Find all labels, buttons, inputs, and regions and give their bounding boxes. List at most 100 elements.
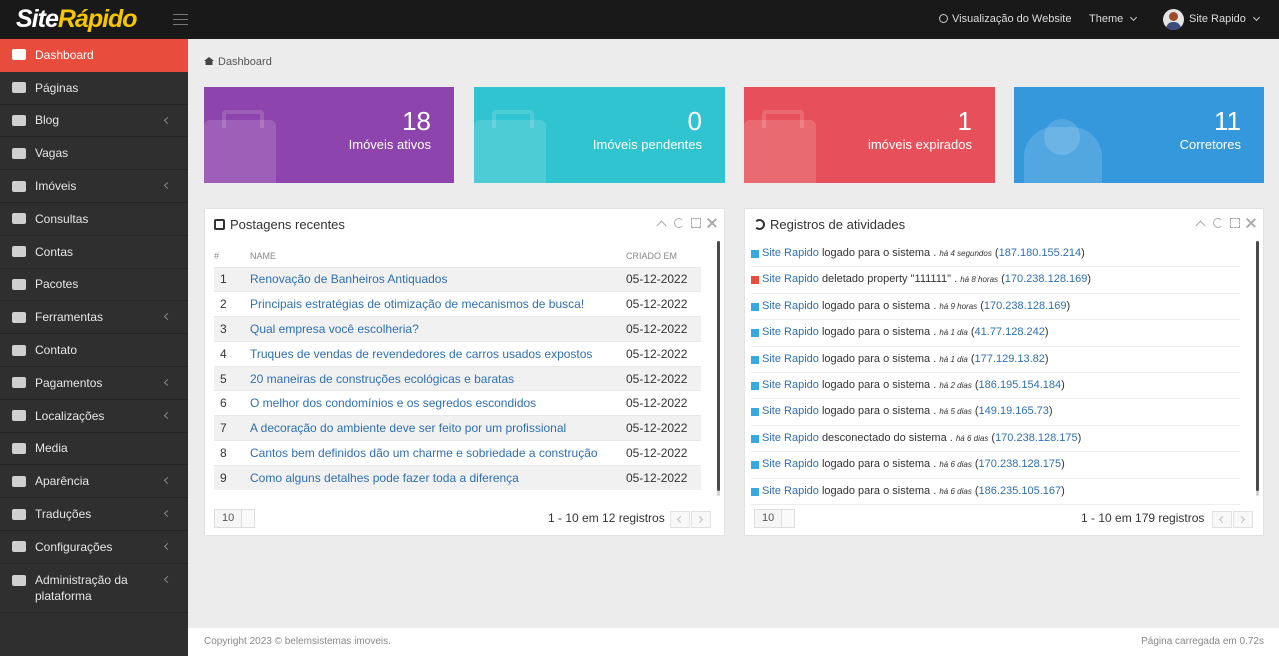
post-title-link[interactable]: O melhor dos condomínios e os segredos e… xyxy=(250,390,626,416)
sidebar-item-configuracoes[interactable]: Configurações xyxy=(0,531,188,564)
user-link[interactable]: Site Rapido xyxy=(762,432,819,444)
stat-card-pending[interactable]: 0 Imóveis pendentes xyxy=(474,87,725,183)
user-link[interactable]: Site Rapido xyxy=(762,326,819,338)
expand-icon[interactable] xyxy=(1230,218,1240,228)
close-icon[interactable] xyxy=(1246,218,1256,228)
table-row[interactable]: 5 20 maneiras de construções ecológicas e… xyxy=(214,365,701,391)
table-row[interactable]: 3 Qual empresa você escolheria? 05-12-2022 xyxy=(214,316,701,342)
sidebar-item-consultas[interactable]: Consultas xyxy=(0,203,188,236)
pagination-info: 1 - 10 em 12 registros xyxy=(548,511,665,525)
user-link[interactable]: Site Rapido xyxy=(762,379,819,391)
close-icon[interactable] xyxy=(707,218,717,228)
edit-icon xyxy=(12,114,26,126)
scrollbar[interactable] xyxy=(717,241,720,496)
menu-toggle-icon[interactable] xyxy=(173,14,188,25)
ip-link[interactable]: 170.238.128.169 xyxy=(984,300,1067,312)
ip-link[interactable]: 170.238.128.175 xyxy=(979,458,1062,470)
expand-icon[interactable] xyxy=(691,218,701,228)
per-page-select[interactable]: 10 xyxy=(214,509,255,528)
sidebar-item-aparencia[interactable]: Aparência xyxy=(0,465,188,499)
collapse-icon[interactable] xyxy=(1195,220,1206,231)
sidebar-item-contato[interactable]: Contato xyxy=(0,334,188,367)
sidebar-item-localizacoes[interactable]: Localizações xyxy=(0,400,188,433)
user-link[interactable]: Site Rapido xyxy=(762,247,819,259)
column-header[interactable]: NAME xyxy=(250,245,626,267)
chevron-left-icon xyxy=(163,116,172,124)
user-link[interactable]: Site Rapido xyxy=(762,458,819,470)
briefcase-icon xyxy=(204,110,276,183)
sidebar-item-pacotes[interactable]: Pacotes xyxy=(0,269,188,302)
chevron-left-icon xyxy=(163,542,172,550)
stat-card-expired[interactable]: 1 imóveis expirados xyxy=(744,87,995,183)
refresh-icon[interactable] xyxy=(1213,218,1223,228)
user-link[interactable]: Site Rapido xyxy=(762,405,819,417)
ip-link[interactable]: 187.180.155.214 xyxy=(999,247,1082,259)
brush-icon xyxy=(12,475,26,487)
user-menu[interactable]: Site Rapido xyxy=(1189,0,1260,39)
prev-page-button[interactable] xyxy=(670,511,690,528)
user-link[interactable]: Site Rapido xyxy=(762,353,819,365)
spinner-icon[interactable] xyxy=(241,510,254,527)
column-header[interactable]: CRIADO EM xyxy=(626,245,701,267)
ip-link[interactable]: 186.195.154.184 xyxy=(979,379,1062,391)
ip-link[interactable]: 149.19.165.73 xyxy=(979,405,1049,417)
post-title-link[interactable]: 20 maneiras de construções ecológicas e … xyxy=(250,365,626,391)
sidebar-item-contas[interactable]: Contas xyxy=(0,236,188,269)
post-title-link[interactable]: Cantos bem definidos dão um charme e sob… xyxy=(250,440,626,466)
column-header[interactable]: # xyxy=(214,245,250,267)
stat-card-agents[interactable]: 11 Corretores xyxy=(1014,87,1264,183)
site-logo[interactable]: SiteRápido xyxy=(16,6,138,32)
created-date: 05-12-2022 xyxy=(626,291,701,317)
stat-card-active[interactable]: 18 Imóveis ativos xyxy=(204,87,454,183)
table-row[interactable]: 9 Como alguns detalhes pode fazer toda a … xyxy=(214,464,701,491)
table-row[interactable]: 1 Renovação de Banheiros Antiquados 05-12-… xyxy=(214,266,701,292)
spinner-icon[interactable] xyxy=(781,510,794,527)
post-title-link[interactable]: Renovação de Banheiros Antiquados xyxy=(250,266,626,292)
language-icon xyxy=(12,508,26,520)
ip-link[interactable]: 186.235.105.167 xyxy=(979,485,1062,497)
sidebar-item-paginas[interactable]: Páginas xyxy=(0,72,188,105)
sidebar-item-administracao[interactable]: Administração da plataforma xyxy=(0,564,188,613)
sidebar-item-imoveis[interactable]: Imóveis xyxy=(0,170,188,203)
post-title-link[interactable]: Principais estratégias de otimização de … xyxy=(250,291,626,317)
table-row[interactable]: 4 Truques de vendas de revendedores de ca… xyxy=(214,340,701,367)
status-square xyxy=(751,487,759,496)
sidebar-item-vagas[interactable]: Vagas xyxy=(0,137,188,171)
ip-link[interactable]: 177.129.13.82 xyxy=(975,353,1045,365)
avatar[interactable] xyxy=(1163,9,1184,30)
user-link[interactable]: Site Rapido xyxy=(762,300,819,312)
next-page-button[interactable] xyxy=(691,511,711,528)
theme-dropdown[interactable]: Theme xyxy=(1089,0,1138,39)
post-title-link[interactable]: Como alguns detalhes pode fazer toda a d… xyxy=(250,464,626,491)
ip-link[interactable]: 170.238.128.175 xyxy=(995,432,1078,444)
post-title-link[interactable]: A decoração do ambiente deve ser feito p… xyxy=(250,415,626,441)
post-title-link[interactable]: Truques de vendas de revendedores de car… xyxy=(250,340,626,367)
prev-page-button[interactable] xyxy=(1212,511,1232,528)
row-number: 5 xyxy=(214,365,250,391)
ip-link[interactable]: 170.238.128.169 xyxy=(1005,273,1088,285)
table-row[interactable]: 2 Principais estratégias de otimização de… xyxy=(214,291,701,317)
sidebar-item-pagamentos[interactable]: Pagamentos xyxy=(0,367,188,400)
sidebar-item-dashboard[interactable]: Dashboard xyxy=(0,39,188,72)
user-link[interactable]: Site Rapido xyxy=(762,273,819,285)
table-row[interactable]: 6O melhor dos condomínios e os segredos … xyxy=(214,390,701,416)
sidebar-item-blog[interactable]: Blog xyxy=(0,105,188,138)
time-ago: há 6 dias xyxy=(939,486,972,496)
view-website-link[interactable]: Visualização do Website xyxy=(939,0,1071,39)
user-link[interactable]: Site Rapido xyxy=(762,485,819,497)
table-row[interactable]: 8 Cantos bem definidos dão um charme e so… xyxy=(214,440,701,466)
per-page-select[interactable]: 10 xyxy=(754,509,795,528)
sidebar-item-ferramentas[interactable]: Ferramentas xyxy=(0,301,188,335)
collapse-icon[interactable] xyxy=(656,220,667,231)
ip-link[interactable]: 41.77.128.242 xyxy=(975,326,1045,338)
chevron-left-icon xyxy=(163,182,172,190)
scrollbar[interactable] xyxy=(1256,241,1259,496)
post-title-link[interactable]: Qual empresa você escolheria? xyxy=(250,316,626,342)
next-page-button[interactable] xyxy=(1233,511,1253,528)
stat-value: 1 xyxy=(957,106,972,136)
row-number: 9 xyxy=(214,464,250,491)
refresh-icon[interactable] xyxy=(674,218,684,228)
sidebar-item-traducoes[interactable]: Traduções xyxy=(0,498,188,531)
table-row[interactable]: 7A decoração do ambiente deve ser feito … xyxy=(214,415,701,441)
sidebar-item-media[interactable]: Media xyxy=(0,433,188,466)
